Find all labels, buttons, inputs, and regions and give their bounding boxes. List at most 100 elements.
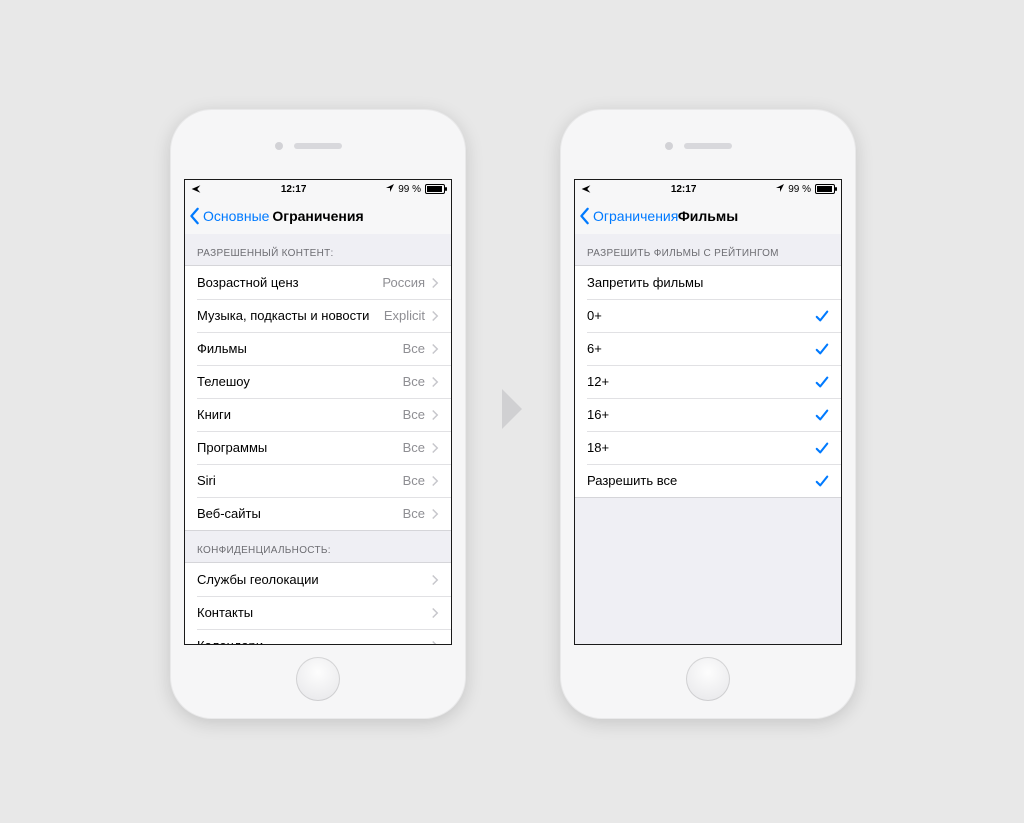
- nav-back-label: Ограничения: [593, 208, 678, 224]
- row-value: Все: [403, 341, 425, 356]
- phone-camera: [275, 142, 283, 150]
- row-label: Книги: [197, 407, 231, 422]
- chevron-right-icon: [431, 508, 439, 520]
- phone-mockup-right: 12:17 99 % Ограничения Фильмы РАЗРЕШИТЬ …: [560, 109, 856, 719]
- settings-row[interactable]: Календари: [185, 629, 451, 644]
- battery-icon: [815, 184, 835, 194]
- settings-row[interactable]: Веб-сайтыВсе: [185, 497, 451, 530]
- chevron-right-icon: [431, 442, 439, 454]
- checkmark-icon: [815, 441, 829, 455]
- settings-row[interactable]: Службы геолокации: [185, 563, 451, 596]
- nav-back-button[interactable]: Ограничения: [579, 198, 678, 234]
- status-bar: 12:17 99 %: [185, 180, 451, 198]
- checkmark-icon: [815, 408, 829, 422]
- content-scroll[interactable]: РАЗРЕШЕННЫЙ КОНТЕНТ: Возрастной ценз Росс…: [185, 234, 451, 644]
- phone-mockup-left: 12:17 99 % Основные Ограничения РАЗРЕШЕН…: [170, 109, 466, 719]
- rating-row[interactable]: Запретить фильмы: [575, 266, 841, 299]
- row-label: 16+: [587, 407, 609, 422]
- nav-bar: Ограничения Фильмы: [575, 198, 841, 235]
- chevron-right-icon: [431, 574, 439, 586]
- location-icon: [776, 184, 784, 195]
- chevron-right-icon: [431, 310, 439, 322]
- chevron-right-icon: [431, 343, 439, 355]
- row-label: Запретить фильмы: [587, 275, 703, 290]
- screen-left: 12:17 99 % Основные Ограничения РАЗРЕШЕН…: [184, 179, 452, 645]
- settings-row[interactable]: Музыка, подкасты и новости Explicit: [185, 299, 451, 332]
- rating-row[interactable]: 12+: [575, 365, 841, 398]
- list-allowed-content: Возрастной ценз Россия Музыка, подкасты и …: [185, 265, 451, 531]
- location-icon: [386, 184, 394, 195]
- battery-percentage: 99 %: [398, 184, 421, 195]
- content-scroll[interactable]: РАЗРЕШИТЬ ФИЛЬМЫ С РЕЙТИНГОМ Запретить ф…: [575, 234, 841, 644]
- row-label: Музыка, подкасты и новости: [197, 308, 369, 323]
- checkmark-icon: [815, 474, 829, 488]
- row-label: 0+: [587, 308, 602, 323]
- chevron-right-icon: [431, 640, 439, 645]
- home-button[interactable]: [296, 657, 340, 701]
- row-label: Контакты: [197, 605, 253, 620]
- phone-camera: [665, 142, 673, 150]
- nav-back-label: Основные: [203, 208, 269, 224]
- settings-row[interactable]: Телешоу Все: [185, 365, 451, 398]
- settings-row[interactable]: Контакты: [185, 596, 451, 629]
- chevron-right-icon: [431, 376, 439, 388]
- list-movie-ratings: Запретить фильмы 0+ 6+ 12+ 16+ 18+ Разрешить в…: [575, 265, 841, 498]
- settings-row[interactable]: SiriВсе: [185, 464, 451, 497]
- row-label: 6+: [587, 341, 602, 356]
- settings-row[interactable]: Программы Все: [185, 431, 451, 464]
- section-header-movie-ratings: РАЗРЕШИТЬ ФИЛЬМЫ С РЕЙТИНГОМ: [575, 234, 841, 265]
- row-value: Все: [403, 407, 425, 422]
- row-label: Программы: [197, 440, 267, 455]
- row-label: 18+: [587, 440, 609, 455]
- checkmark-icon: [815, 375, 829, 389]
- rating-row[interactable]: 0+: [575, 299, 841, 332]
- status-time: 12:17: [671, 184, 697, 195]
- checkmark-icon: [815, 342, 829, 356]
- home-button[interactable]: [686, 657, 730, 701]
- status-bar: 12:17 99 %: [575, 180, 841, 198]
- status-time: 12:17: [281, 184, 307, 195]
- row-label: 12+: [587, 374, 609, 389]
- nav-back-button[interactable]: Основные: [189, 198, 269, 234]
- chevron-right-icon: [431, 409, 439, 421]
- section-header-allowed-content: РАЗРЕШЕННЫЙ КОНТЕНТ:: [185, 234, 451, 265]
- row-value: Все: [403, 440, 425, 455]
- phone-speaker: [294, 143, 342, 149]
- section-header-privacy: КОНФИДЕНЦИАЛЬНОСТЬ:: [185, 531, 451, 562]
- row-value: Explicit: [384, 308, 425, 323]
- chevron-left-icon: [189, 207, 201, 225]
- row-value: Все: [403, 374, 425, 389]
- rating-row[interactable]: Разрешить все: [575, 464, 841, 497]
- checkmark-icon: [815, 309, 829, 323]
- row-value: Все: [403, 473, 425, 488]
- list-privacy: Службы геолокацииКонтактыКалендариНапоми…: [185, 562, 451, 644]
- rating-row[interactable]: 16+: [575, 398, 841, 431]
- chevron-left-icon: [579, 207, 591, 225]
- battery-icon: [425, 184, 445, 194]
- nav-title: Фильмы: [678, 208, 738, 224]
- screen-right: 12:17 99 % Ограничения Фильмы РАЗРЕШИТЬ …: [574, 179, 842, 645]
- nav-title: Ограничения: [272, 208, 363, 224]
- settings-row[interactable]: Книги Все: [185, 398, 451, 431]
- row-value: Россия: [382, 275, 425, 290]
- chevron-right-icon: [431, 475, 439, 487]
- row-label: Фильмы: [197, 341, 247, 356]
- phone-speaker: [684, 143, 732, 149]
- airplane-mode-icon: [581, 184, 591, 194]
- battery-percentage: 99 %: [788, 184, 811, 195]
- rating-row[interactable]: 18+: [575, 431, 841, 464]
- chevron-right-icon: [431, 277, 439, 289]
- settings-row[interactable]: Фильмы Все: [185, 332, 451, 365]
- transition-arrow-icon: [498, 385, 530, 438]
- row-label: Разрешить все: [587, 473, 677, 488]
- row-label: Телешоу: [197, 374, 250, 389]
- row-label: Службы геолокации: [197, 572, 319, 587]
- nav-bar: Основные Ограничения: [185, 198, 451, 235]
- rating-row[interactable]: 6+: [575, 332, 841, 365]
- settings-row[interactable]: Возрастной ценз Россия: [185, 266, 451, 299]
- row-label: Возрастной ценз: [197, 275, 299, 290]
- row-label: Календари: [197, 638, 263, 644]
- chevron-right-icon: [431, 607, 439, 619]
- airplane-mode-icon: [191, 184, 201, 194]
- row-label: Веб-сайты: [197, 506, 261, 521]
